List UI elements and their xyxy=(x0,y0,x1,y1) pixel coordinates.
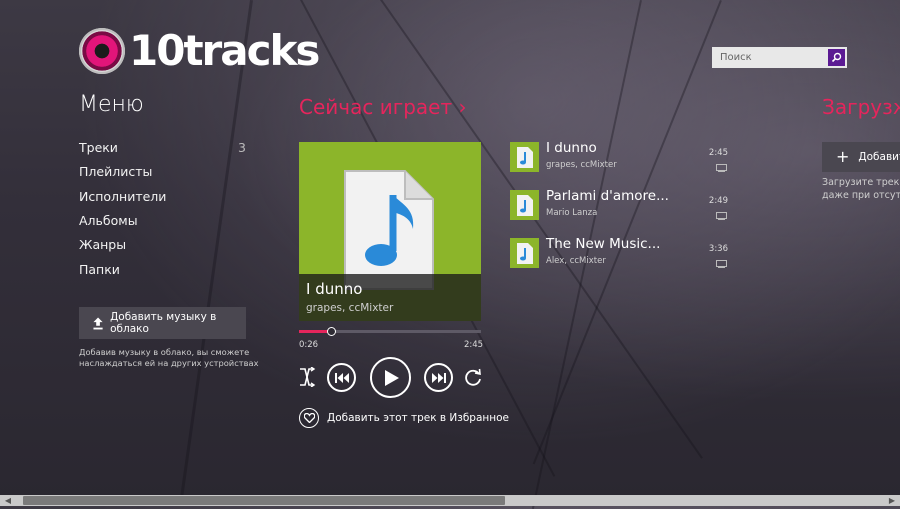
track-row[interactable]: Parlami d'amore... Mario Lanza 2:49 xyxy=(510,188,728,226)
upload-note-line: даже при отсутс xyxy=(822,190,900,201)
track-row[interactable]: I dunno grapes, ccMixter 2:45 xyxy=(510,140,728,178)
search-icon xyxy=(831,52,842,63)
track-thumbnail xyxy=(510,142,539,172)
track-thumbnail xyxy=(510,238,539,268)
logo-text: 10tracks xyxy=(129,26,320,75)
menu-item-playlists[interactable]: Плейлисты xyxy=(79,164,246,179)
menu-item-label: Плейлисты xyxy=(79,164,153,179)
track-row[interactable]: The New Music... Alex, ccMixter 3:36 xyxy=(510,236,728,274)
add-music-to-cloud-button[interactable]: Добавить музыку в облако xyxy=(79,307,246,339)
now-playing-track: I dunno xyxy=(306,280,363,298)
device-icon xyxy=(716,260,727,268)
search-box xyxy=(712,47,847,68)
track-artist: grapes, ccMixter xyxy=(546,160,617,170)
menu-item-genres[interactable]: Жанры xyxy=(79,237,246,252)
next-icon xyxy=(431,372,446,383)
device-icon xyxy=(716,212,727,220)
upload-add-button[interactable]: + Добавит xyxy=(822,142,900,172)
plus-icon: + xyxy=(836,147,850,166)
heart-icon xyxy=(303,413,315,423)
track-name: Parlami d'amore... xyxy=(546,188,669,204)
upload-icon xyxy=(93,317,103,329)
track-thumbnail xyxy=(510,190,539,220)
menu-item-label: Треки xyxy=(79,140,118,155)
progress-bar[interactable] xyxy=(299,327,481,336)
add-to-favorites-button[interactable]: Добавить этот трек в Избранное xyxy=(299,408,509,428)
upload-section-title[interactable]: Загрузже xyxy=(822,95,900,119)
previous-button[interactable] xyxy=(327,363,356,392)
menu-item-label: Альбомы xyxy=(79,213,138,228)
music-file-icon xyxy=(517,147,533,168)
menu-title: Меню xyxy=(79,92,144,117)
music-file-icon xyxy=(517,195,533,216)
menu-item-label: Папки xyxy=(79,262,120,277)
cloud-note: Добавив музыку в облако, вы сможете насл… xyxy=(79,347,259,368)
scrollbar-thumb[interactable] xyxy=(23,496,505,505)
app-logo: 10tracks xyxy=(79,26,320,75)
track-name: I dunno xyxy=(546,140,597,156)
add-music-to-cloud-label: Добавить музыку в облако xyxy=(110,311,217,335)
play-icon xyxy=(385,369,399,386)
favorite-circle xyxy=(299,408,319,428)
search-input[interactable] xyxy=(712,47,826,68)
scroll-right-arrow-icon[interactable]: ▶ xyxy=(886,495,898,506)
device-icon xyxy=(716,164,727,172)
music-file-icon xyxy=(517,243,533,264)
repeat-icon[interactable] xyxy=(464,368,483,387)
menu-item-folders[interactable]: Папки xyxy=(79,262,246,277)
search-button[interactable] xyxy=(828,49,845,66)
menu-item-tracks[interactable]: Треки 3 xyxy=(79,140,246,155)
now-playing-artist: grapes, ccMixter xyxy=(306,302,394,314)
menu-item-label: Жанры xyxy=(79,237,127,252)
track-artist: Mario Lanza xyxy=(546,208,598,218)
menu-item-artists[interactable]: Исполнители xyxy=(79,189,246,204)
track-artist: Alex, ccMixter xyxy=(546,256,606,266)
add-to-favorites-label: Добавить этот трек в Избранное xyxy=(327,412,510,424)
menu-item-count: 3 xyxy=(238,140,246,155)
play-button[interactable] xyxy=(370,357,411,398)
album-caption: I dunno grapes, ccMixter xyxy=(299,274,481,321)
logo-speaker-icon xyxy=(79,28,125,74)
now-playing-title[interactable]: Сейчас играет › xyxy=(299,95,466,119)
previous-icon xyxy=(334,372,349,383)
menu-item-label: Исполнители xyxy=(79,189,167,204)
total-time: 2:45 xyxy=(464,340,484,350)
track-duration: 3:36 xyxy=(708,244,728,254)
menu-item-albums[interactable]: Альбомы xyxy=(79,213,246,228)
current-time: 0:26 xyxy=(299,340,319,350)
track-name: The New Music... xyxy=(546,236,661,252)
progress-knob[interactable] xyxy=(326,327,336,336)
shuffle-icon[interactable] xyxy=(298,367,316,387)
track-duration: 2:49 xyxy=(708,196,728,206)
album-art: I dunno grapes, ccMixter xyxy=(299,142,481,321)
background-cable xyxy=(532,0,722,465)
upload-note-line: Загрузите треки xyxy=(822,177,900,188)
next-button[interactable] xyxy=(424,363,453,392)
track-duration: 2:45 xyxy=(708,148,728,158)
upload-add-label: Добавит xyxy=(858,151,900,163)
progress-fill xyxy=(299,330,330,333)
upload-note: Загрузите треки даже при отсутс xyxy=(822,176,900,202)
horizontal-scrollbar[interactable]: ◀ ▶ xyxy=(0,495,900,506)
scroll-left-arrow-icon[interactable]: ◀ xyxy=(2,495,14,506)
